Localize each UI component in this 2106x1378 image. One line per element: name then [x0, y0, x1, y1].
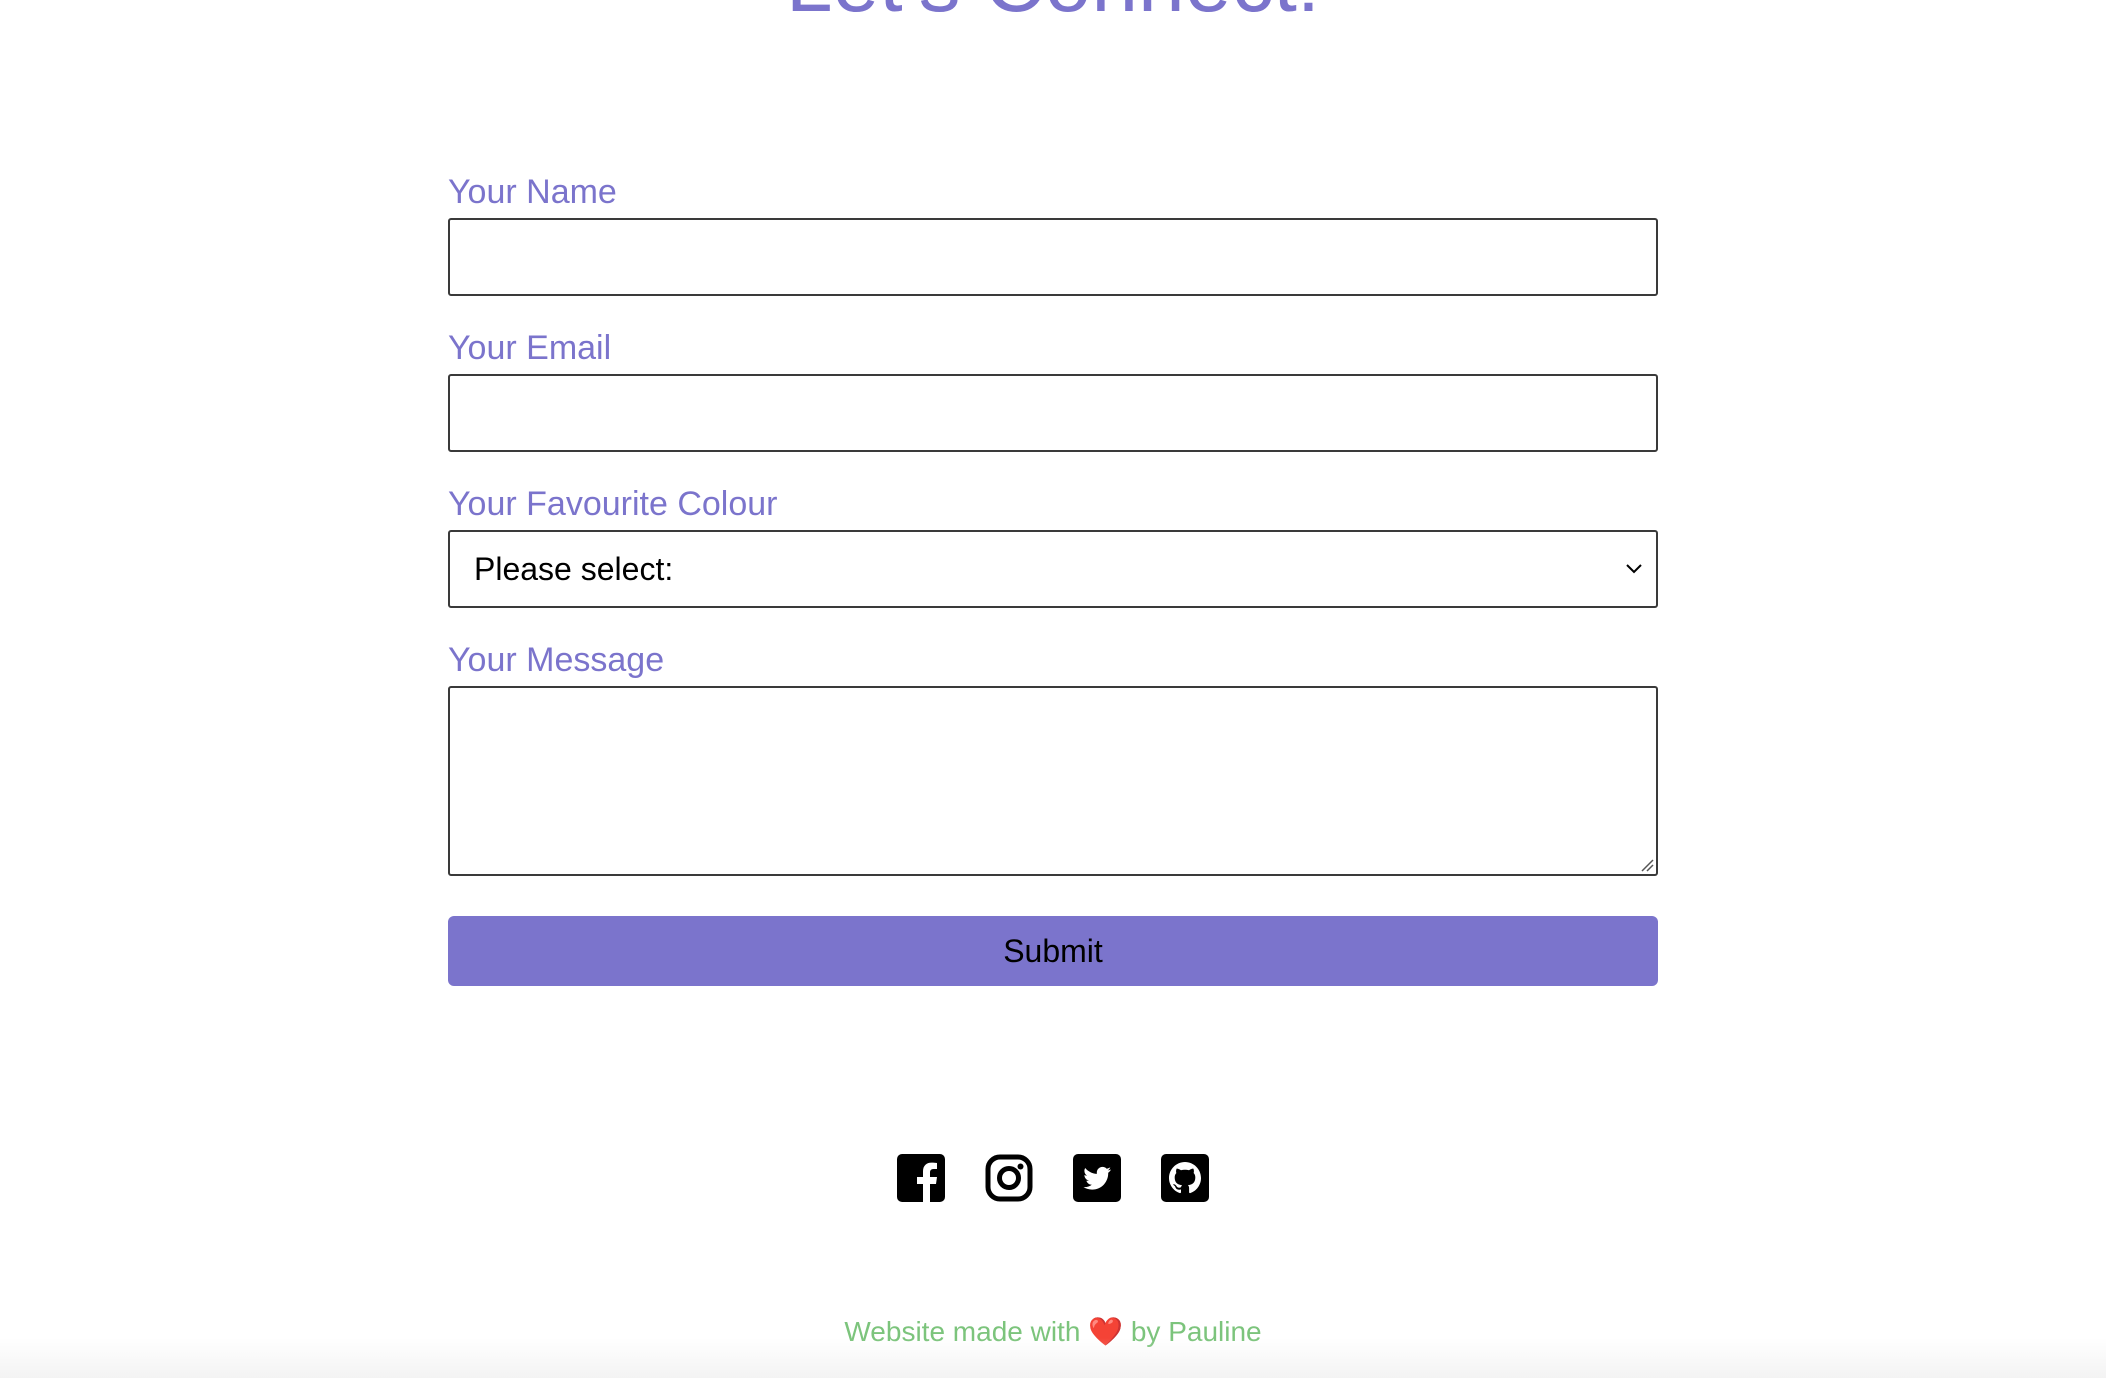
submit-button[interactable]: Submit: [448, 916, 1658, 986]
message-textarea[interactable]: [448, 686, 1658, 876]
colour-select[interactable]: Please select:: [448, 530, 1658, 608]
facebook-icon: [897, 1154, 945, 1202]
twitter-icon: [1073, 1154, 1121, 1202]
name-label: Your Name: [448, 173, 617, 211]
contact-page: Let's Connect! Your Name Your Email Your…: [0, 0, 2106, 1378]
github-icon: [1161, 1154, 1209, 1202]
colour-select-value: Please select:: [474, 550, 674, 587]
instagram-icon: [985, 1154, 1033, 1202]
email-field[interactable]: [448, 374, 1658, 452]
contact-form: Your Name Your Email Your Favourite Colo…: [448, 172, 1658, 986]
email-label: Your Email: [448, 329, 612, 367]
colour-label: Your Favourite Colour: [448, 485, 778, 523]
social-links: [0, 1154, 2106, 1202]
name-field[interactable]: [448, 218, 1658, 296]
page-title: Let's Connect!: [0, 0, 2106, 24]
message-label: Your Message: [448, 641, 665, 679]
bottom-shade: [0, 1338, 2106, 1378]
facebook-link[interactable]: [897, 1154, 945, 1202]
instagram-link[interactable]: [985, 1154, 1033, 1202]
resize-grip-icon[interactable]: [1638, 856, 1654, 872]
github-link[interactable]: [1161, 1154, 1209, 1202]
twitter-link[interactable]: [1073, 1154, 1121, 1202]
chevron-down-icon: [1626, 564, 1642, 574]
